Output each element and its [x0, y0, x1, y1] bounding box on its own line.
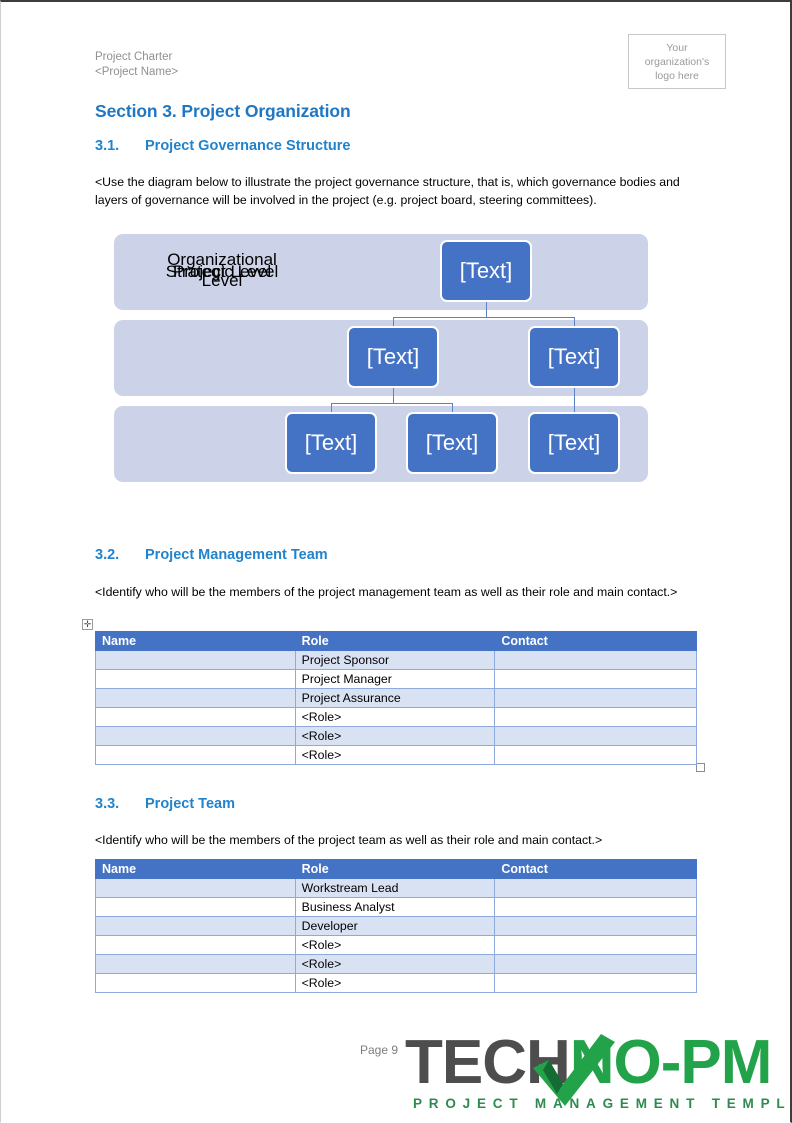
column-header-role: Role: [294, 859, 496, 879]
cell-role[interactable]: <Role>: [294, 954, 496, 974]
table-row: <Role>: [95, 954, 697, 974]
cell-contact[interactable]: [494, 650, 697, 670]
cell-contact[interactable]: [494, 707, 697, 727]
header-project-charter: Project Charter: [95, 51, 173, 63]
diagram-node-project-3[interactable]: [Text]: [528, 412, 620, 474]
document-page: Project Charter <Project Name> Your orga…: [0, 0, 792, 1123]
heading-3-3: 3.3. Project Team: [95, 796, 235, 812]
cell-name[interactable]: [95, 897, 296, 917]
table-resize-handle-icon[interactable]: [696, 763, 705, 772]
techno-pm-logo: TECHNO-PM PROJECT MANAGEMENT TEMPLATES: [405, 1028, 792, 1116]
paragraph-3-2: <Identify who will be the members of the…: [95, 585, 678, 599]
cell-role[interactable]: Business Analyst: [294, 897, 496, 917]
table-move-handle-icon[interactable]: ✛: [82, 619, 93, 630]
heading-3-2-title: Project Management Team: [145, 547, 328, 563]
cell-name[interactable]: [95, 745, 296, 765]
table-header-row: Name Role Contact: [95, 859, 697, 879]
cell-name[interactable]: [95, 954, 296, 974]
logo-placeholder-line1: Your: [666, 41, 688, 54]
column-header-name: Name: [95, 631, 296, 651]
diagram-node-project-2[interactable]: [Text]: [406, 412, 498, 474]
connector-org-down: [486, 302, 487, 318]
logo-placeholder-line3: logo here: [655, 69, 699, 82]
column-header-contact: Contact: [494, 631, 697, 651]
heading-3-3-number: 3.3.: [95, 796, 120, 812]
header-project-name: <Project Name>: [95, 66, 179, 78]
heading-3-1-number: 3.1.: [95, 138, 120, 154]
cell-role[interactable]: Workstream Lead: [294, 878, 496, 898]
cell-role[interactable]: Developer: [294, 916, 496, 936]
cell-name[interactable]: [95, 973, 296, 993]
table-row: Business Analyst: [95, 897, 697, 917]
connector-project-bus: [331, 403, 453, 404]
cell-contact[interactable]: [494, 954, 697, 974]
cell-name[interactable]: [95, 916, 296, 936]
cell-name[interactable]: [95, 669, 296, 689]
heading-3-2: 3.2. Project Management Team: [95, 547, 328, 563]
cell-name[interactable]: [95, 688, 296, 708]
diagram-node-organizational-1[interactable]: [Text]: [440, 240, 532, 302]
cell-contact[interactable]: [494, 669, 697, 689]
table-header-row: Name Role Contact: [95, 631, 697, 651]
cell-role[interactable]: Project Assurance: [294, 688, 496, 708]
heading-3-3-title: Project Team: [145, 796, 235, 812]
cell-role[interactable]: <Role>: [294, 935, 496, 955]
table-row: Project Assurance: [95, 688, 697, 708]
governance-structure-diagram: Organizational Level Strategic Level Pro…: [114, 234, 648, 484]
cell-role[interactable]: Project Sponsor: [294, 650, 496, 670]
column-header-name: Name: [95, 859, 296, 879]
organization-logo-placeholder: Your organization's logo here: [628, 34, 726, 89]
diagram-label-project: Project Level: [172, 262, 272, 281]
diagram-node-strategic-2[interactable]: [Text]: [528, 326, 620, 388]
paragraph-3-3: <Identify who will be the members of the…: [95, 833, 603, 847]
cell-role[interactable]: <Role>: [294, 973, 496, 993]
cell-role[interactable]: <Role>: [294, 745, 496, 765]
diagram-node-strategic-1[interactable]: [Text]: [347, 326, 439, 388]
cell-contact[interactable]: [494, 745, 697, 765]
table-row: Project Manager: [95, 669, 697, 689]
heading-3-1-title: Project Governance Structure: [145, 138, 351, 154]
connector-strategic-bus: [393, 317, 575, 318]
table-row: Workstream Lead: [95, 878, 697, 898]
cell-name[interactable]: [95, 935, 296, 955]
cell-contact[interactable]: [494, 897, 697, 917]
project-team-table: Name Role Contact Workstream Lead Busine…: [95, 859, 697, 993]
cell-name[interactable]: [95, 650, 296, 670]
cell-name[interactable]: [95, 726, 296, 746]
table-row: <Role>: [95, 745, 697, 765]
cell-contact[interactable]: [494, 916, 697, 936]
cell-contact[interactable]: [494, 935, 697, 955]
diagram-node-project-1[interactable]: [Text]: [285, 412, 377, 474]
table-row: Developer: [95, 916, 697, 936]
logo-placeholder-line2: organization's: [644, 55, 710, 68]
checkmark-icon: [533, 1034, 615, 1106]
heading-3-1: 3.1. Project Governance Structure: [95, 138, 351, 154]
cell-role[interactable]: Project Manager: [294, 669, 496, 689]
table-row: Project Sponsor: [95, 650, 697, 670]
cell-role[interactable]: <Role>: [294, 707, 496, 727]
table-row: <Role>: [95, 973, 697, 993]
cell-role[interactable]: <Role>: [294, 726, 496, 746]
connector-project-3-up: [574, 388, 575, 414]
paragraph-3-1: <Use the diagram below to illustrate the…: [95, 175, 680, 207]
page-title: Section 3. Project Organization: [95, 101, 351, 121]
heading-3-2-number: 3.2.: [95, 547, 120, 563]
cell-contact[interactable]: [494, 726, 697, 746]
cell-contact[interactable]: [494, 878, 697, 898]
cell-contact[interactable]: [494, 688, 697, 708]
cell-name[interactable]: [95, 878, 296, 898]
cell-name[interactable]: [95, 707, 296, 727]
column-header-role: Role: [294, 631, 496, 651]
cell-contact[interactable]: [494, 973, 697, 993]
management-team-table: Name Role Contact Project Sponsor Projec…: [95, 631, 697, 765]
table-row: <Role>: [95, 707, 697, 727]
connector-strategic-1-down: [393, 388, 394, 404]
page-number: Page 9: [360, 1043, 399, 1057]
table-row: <Role>: [95, 935, 697, 955]
column-header-contact: Contact: [494, 859, 697, 879]
table-row: <Role>: [95, 726, 697, 746]
